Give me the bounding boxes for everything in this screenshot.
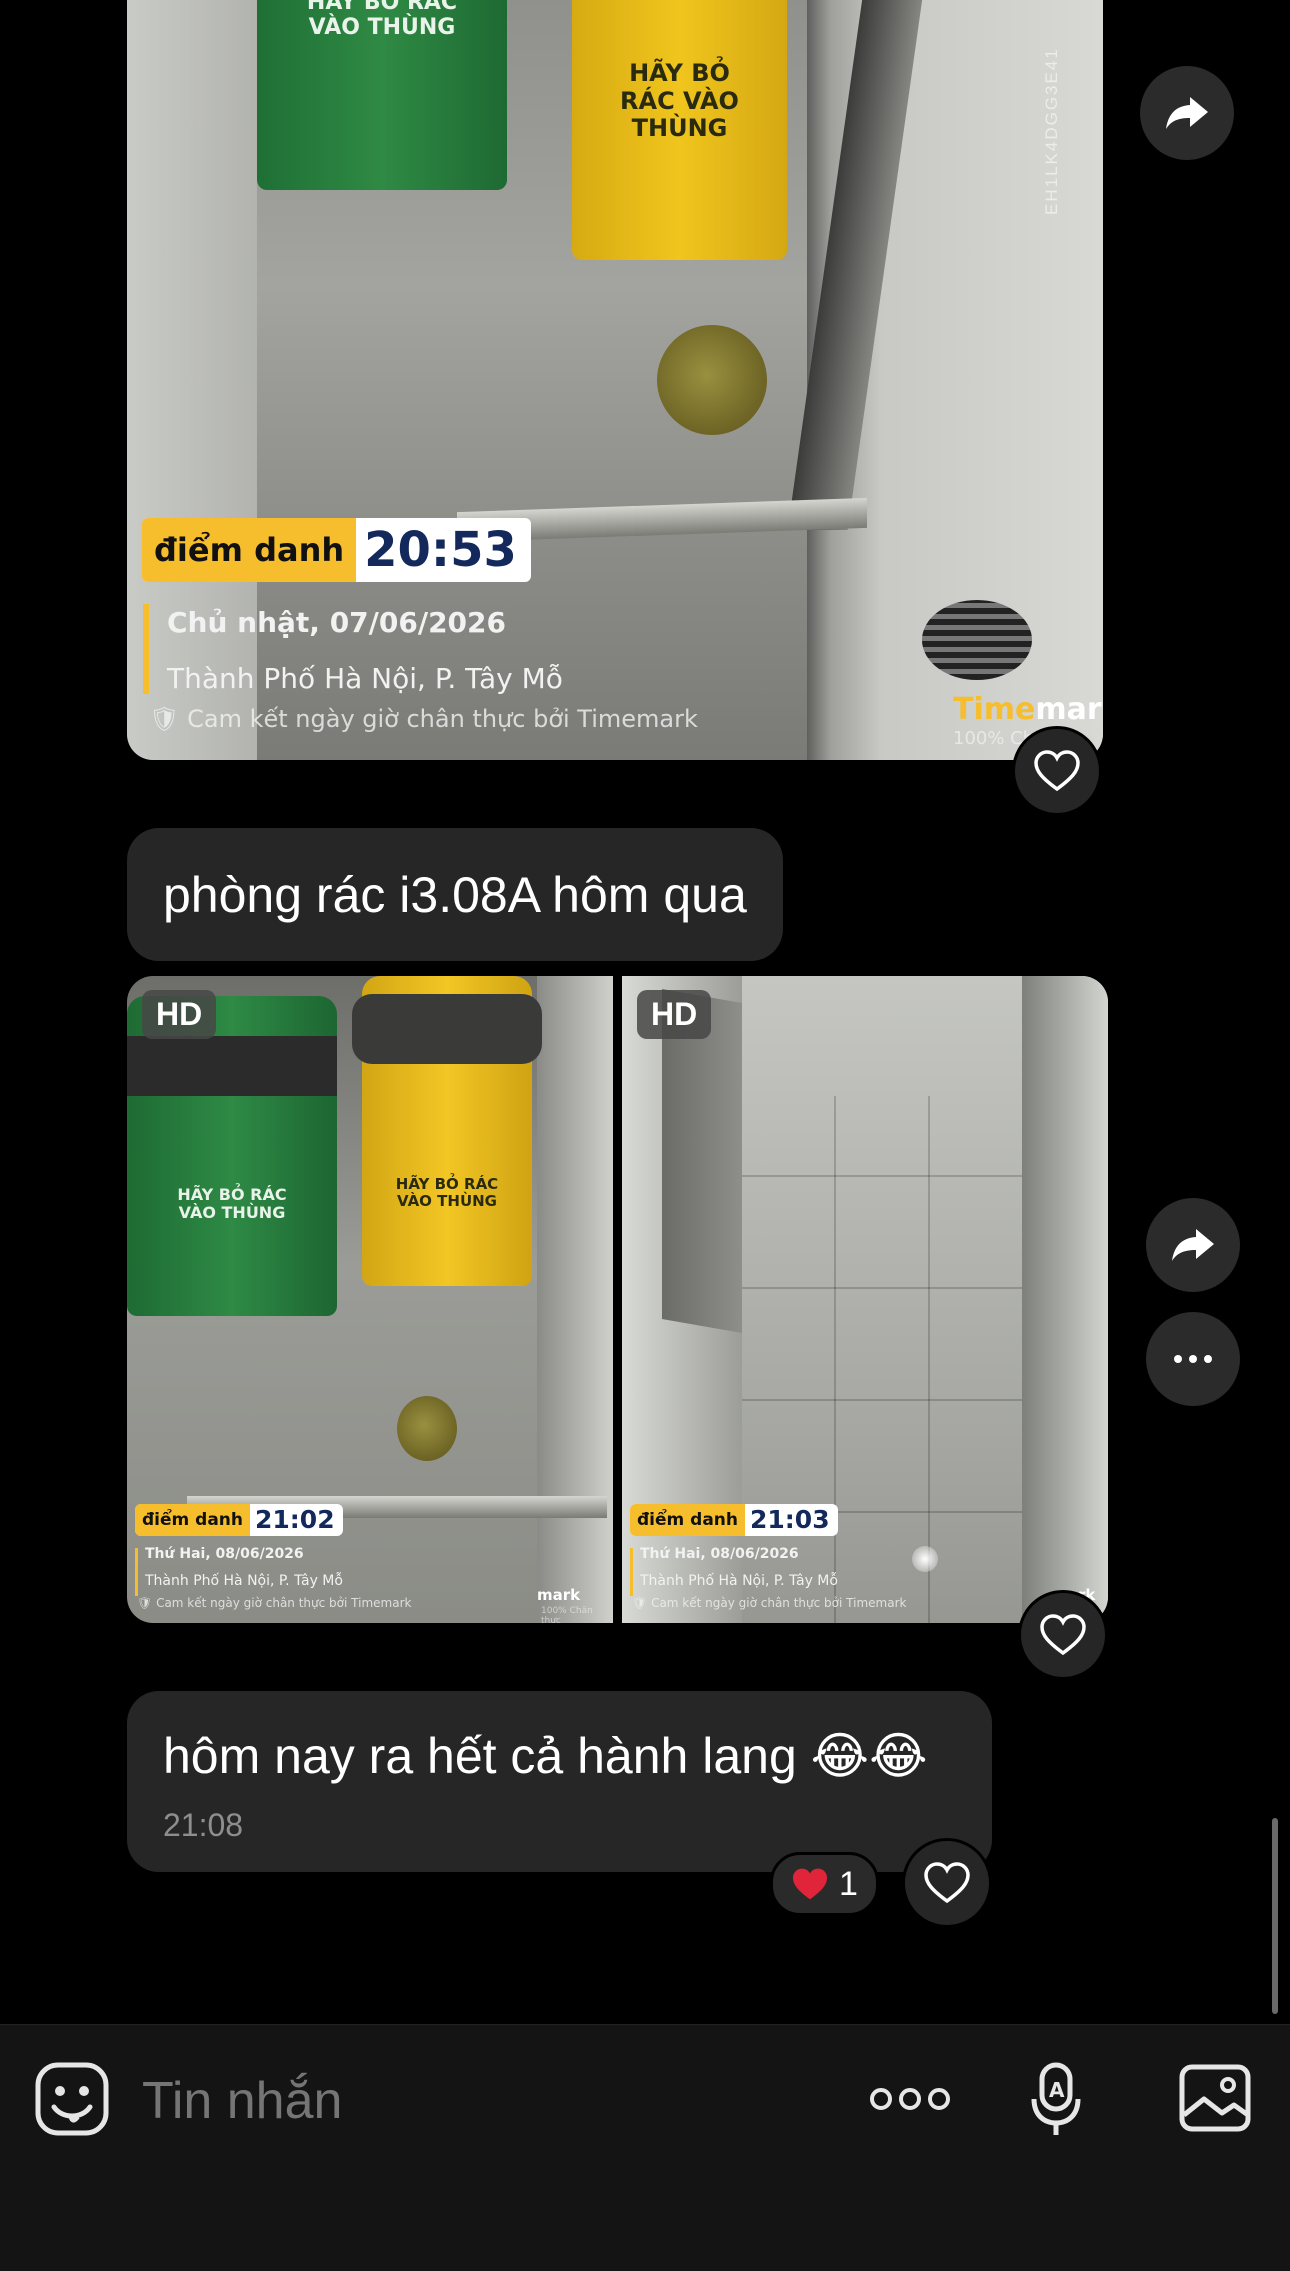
shield-check-icon: 🛡 xyxy=(137,1596,157,1610)
svg-text:A: A xyxy=(1049,2078,1065,2102)
like-button-text-2[interactable] xyxy=(902,1838,992,1928)
sticker-face-icon xyxy=(35,2062,109,2136)
stamp-verified-left: 🛡 Cam kết ngày giờ chân thực bởi Timemar… xyxy=(137,1596,412,1610)
corridor-floor-tiles xyxy=(742,1096,1022,1623)
stamp-verified-right: 🛡 Cam kết ngày giờ chân thực bởi Timemar… xyxy=(632,1596,907,1610)
more-options-button[interactable] xyxy=(1146,1312,1240,1406)
yellow-trash-bin-left: HÃY BỎ RÁC VÀO THÙNG xyxy=(352,976,542,1286)
more-dots-icon xyxy=(870,2088,950,2110)
album-left-wall xyxy=(537,976,613,1623)
message-timestamp: 21:08 xyxy=(163,1807,244,1843)
stamp-location: Thành Phố Hà Nội, P. Tây Mỗ xyxy=(167,662,563,695)
timemark-brand-sub-left: 100% Chân thực xyxy=(541,1606,593,1623)
voice-button[interactable]: A xyxy=(1030,2061,1084,2137)
shield-check-icon: 🛡 xyxy=(149,705,188,733)
message-composer: A xyxy=(0,2024,1290,2271)
timemark-stamp: điểm danh 20:53 xyxy=(142,518,531,582)
bin-bag-grey xyxy=(352,994,542,1064)
heart-outline-icon xyxy=(924,1862,970,1904)
green-trash-bin-left: HÃY BỎ RÁC VÀO THÙNG xyxy=(127,996,337,1316)
chat-scrollbar[interactable] xyxy=(1272,1818,1278,2014)
message-bubble-text-1[interactable]: phòng rác i3.08A hôm qua xyxy=(127,828,783,961)
timemark-stamp-left: điểm danh 21:02 xyxy=(135,1504,343,1536)
forward-arrow-icon xyxy=(1172,1229,1214,1261)
corridor-right-wall xyxy=(1022,976,1108,1623)
forward-button-album[interactable] xyxy=(1146,1198,1240,1292)
reaction-pill[interactable]: 1 xyxy=(770,1852,879,1916)
more-dots-icon xyxy=(1174,1355,1212,1363)
image-gallery-icon xyxy=(1179,2064,1251,2132)
photo-1-side-code: EH1LK4DGG3E41 xyxy=(1042,47,1061,215)
timemark-brand-left: mark xyxy=(537,1586,581,1604)
like-button-album[interactable] xyxy=(1018,1590,1108,1680)
heart-outline-icon xyxy=(1040,1614,1086,1656)
floor-light-reflection xyxy=(912,1546,938,1572)
reaction-count: 1 xyxy=(839,1864,858,1903)
forward-button-photo-1[interactable] xyxy=(1140,66,1234,160)
more-actions-button[interactable] xyxy=(868,2081,952,2117)
green-trash-bin: HÃY BỎ RÁC VÀO THÙNG xyxy=(257,0,507,190)
stamp-date-right: Thứ Hai, 08/06/2026 xyxy=(640,1546,799,1562)
timemark-brand: Timemark xyxy=(953,692,1103,727)
stamp-accent-bar-right xyxy=(630,1548,633,1596)
forward-arrow-icon xyxy=(1166,97,1208,129)
stamp-verified: 🛡 Cam kết ngày giờ chân thực bởi Timemar… xyxy=(149,705,698,733)
message-text-1: phòng rác i3.08A hôm qua xyxy=(163,866,747,923)
hd-badge-right: HD xyxy=(637,990,712,1039)
gallery-button[interactable] xyxy=(1178,2063,1252,2133)
shield-check-icon: 🛡 xyxy=(632,1596,652,1610)
album-photo-right[interactable]: HD điểm danh 21:03 Thứ Hai, 08/06/2026 T… xyxy=(622,976,1108,1623)
message-input[interactable] xyxy=(140,2065,704,2137)
album-photo-left[interactable]: HÃY BỎ RÁC VÀO THÙNG HÃY BỎ RÁC VÀO THÙN… xyxy=(127,976,613,1623)
stamp-accent-bar xyxy=(143,604,149,694)
stamp-date: Chủ nhật, 07/06/2026 xyxy=(167,606,507,639)
yellow-trash-bin: HÃY BỎ RÁC VÀO THÙNG xyxy=(572,0,787,260)
stamp-date-left: Thứ Hai, 08/06/2026 xyxy=(145,1546,304,1562)
chat-photo-1[interactable]: HÃY BỎ RÁC VÀO THÙNG HÃY BỎ RÁC VÀO THÙN… xyxy=(127,0,1103,760)
sticker-button[interactable] xyxy=(34,2061,110,2137)
corridor-left-door xyxy=(662,988,742,1334)
hd-badge-left: HD xyxy=(142,990,217,1039)
message-bubble-text-2[interactable]: hôm nay ra hết cả hành lang 😂😂 21:08 xyxy=(127,1691,992,1872)
stamp-location-left: Thành Phố Hà Nội, P. Tây Mỗ xyxy=(145,1573,343,1589)
stamp-accent-bar-left xyxy=(135,1548,138,1596)
timemark-stamp-right: điểm danh 21:03 xyxy=(630,1504,838,1536)
spill-puddle-left xyxy=(397,1396,457,1461)
spill-puddle xyxy=(657,325,767,435)
red-heart-icon xyxy=(793,1868,827,1900)
bin-bag-black xyxy=(127,1036,337,1096)
message-text-2: hôm nay ra hết cả hành lang 😂😂 xyxy=(163,1728,928,1784)
floor-drain xyxy=(922,600,1032,680)
like-button-photo-1[interactable] xyxy=(1012,726,1102,816)
voice-translate-icon: A xyxy=(1031,2062,1081,2135)
heart-outline-icon xyxy=(1034,750,1080,792)
stamp-location-right: Thành Phố Hà Nội, P. Tây Mỗ xyxy=(640,1573,838,1589)
